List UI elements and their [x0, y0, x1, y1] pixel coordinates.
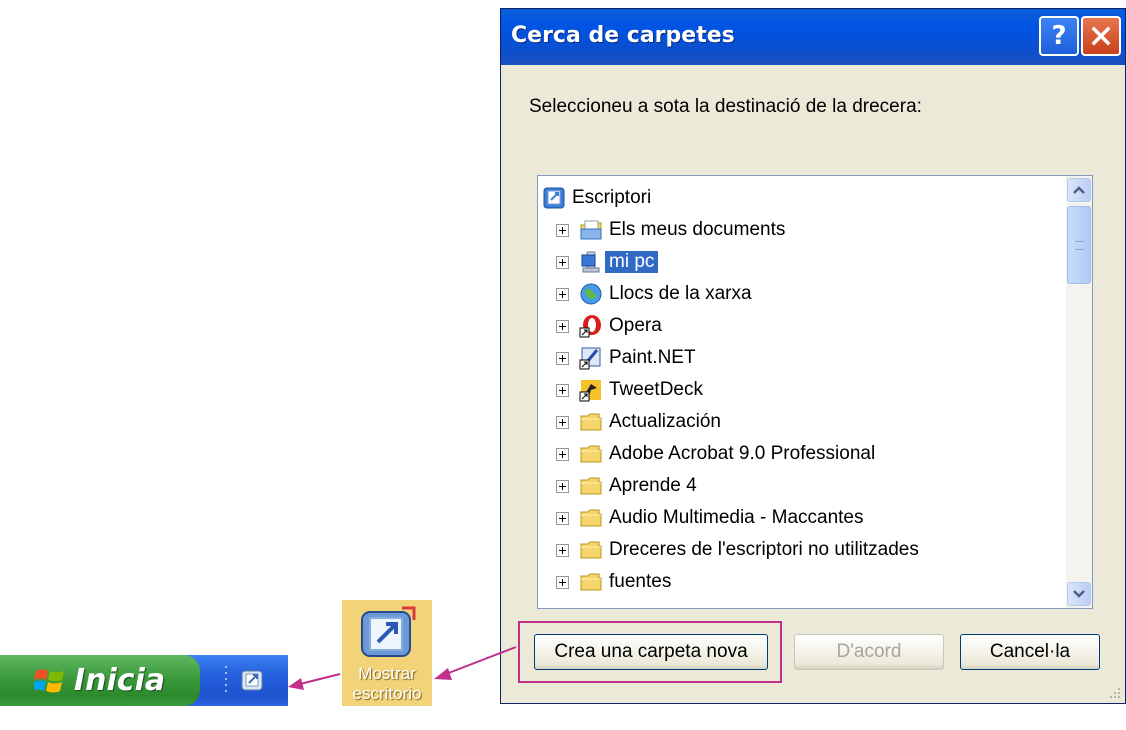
- annotation-arrows: [288, 646, 517, 690]
- arrow-to-quicklaunch: [288, 673, 341, 690]
- arrow-to-show-desktop-tile: [434, 646, 517, 680]
